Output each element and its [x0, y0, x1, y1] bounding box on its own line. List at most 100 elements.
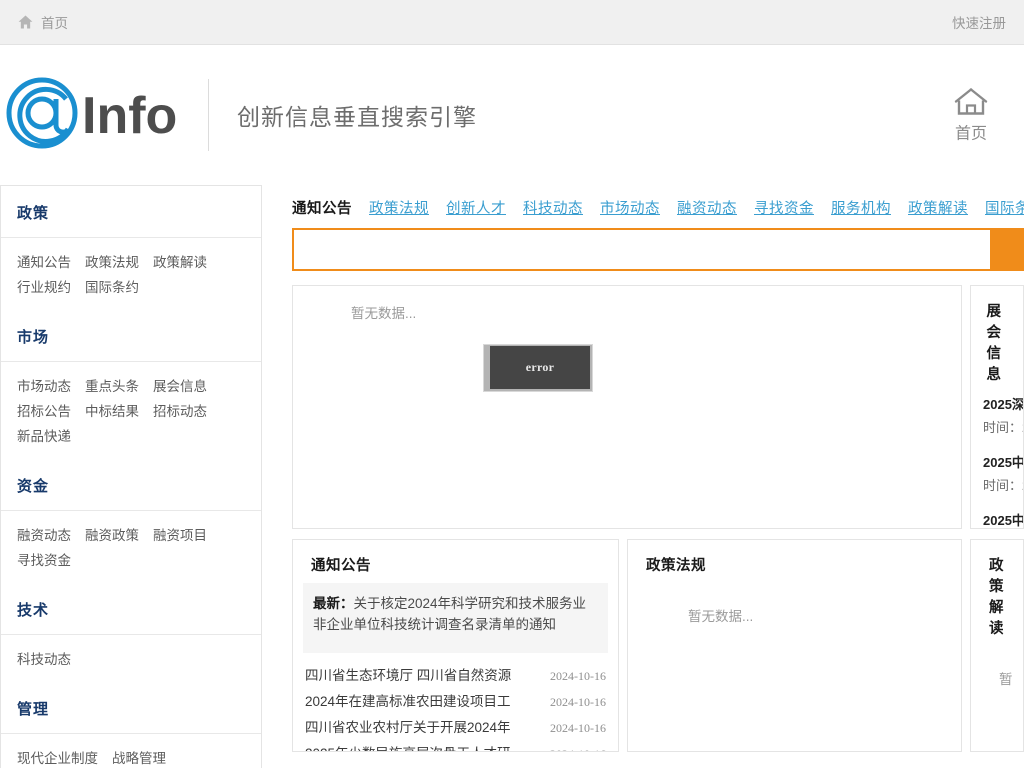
at-symbol-icon: Info	[6, 77, 177, 149]
quick-register-link[interactable]: 快速注册	[952, 12, 1006, 32]
tab-talent[interactable]: 创新人才	[446, 197, 506, 218]
sidebar-item-intl-treaty[interactable]: 国际条约	[85, 275, 139, 300]
expo-time: 时间：2024	[983, 420, 1023, 435]
sidebar-links-technology: 科技动态	[1, 634, 261, 682]
breadcrumb[interactable]: 首页	[18, 12, 68, 32]
breadcrumb-label: 首页	[41, 16, 68, 31]
sidebar-item-find-funds[interactable]: 寻找资金	[17, 548, 71, 573]
law-card-title: 政策法规	[646, 558, 706, 574]
law-card: 政策法规 暂无数据...	[627, 539, 962, 752]
tab-find-funds[interactable]: 寻找资金	[754, 197, 814, 218]
sidebar-item-law[interactable]: 政策法规	[85, 250, 139, 275]
sidebar-item-bid-result[interactable]: 中标结果	[85, 399, 139, 424]
list-item[interactable]: 2024年在建高标准农田建设项目工 2024-10-16	[305, 687, 606, 713]
bottom-content-row: 通知公告 最新：关于核定2024年科学研究和技术服务业非企业单位科技统计调查名录…	[292, 539, 1024, 752]
latest-notice-text: 关于核定2024年科学研究和技术服务业非企业单位科技统计调查名录清单的通知	[313, 596, 587, 632]
expo-info-card: 展会信息 2025深圳国 时间：2024 2025中国国 时间：2024 202…	[970, 285, 1024, 529]
sidebar-links-management: 现代企业制度战略管理营销管理人力资源企业文化创新方法	[1, 733, 261, 768]
sidebar-group-market: 市场 市场动态 重点头条 展会信息招标公告 中标结果 招标动态新品快递	[1, 310, 261, 459]
expo-card-title: 展会信息	[986, 304, 1002, 383]
sidebar-item-modern-enterprise[interactable]: 现代企业制度	[17, 746, 98, 768]
sidebar-links-market: 市场动态 重点头条 展会信息招标公告 中标结果 招标动态新品快递	[1, 361, 261, 459]
sidebar-links-policy: 通知公告 政策法规 政策解读行业规约 国际条约	[1, 237, 261, 310]
logo-divider	[208, 79, 209, 151]
list-item[interactable]: 2025中国国 时间：2024	[971, 508, 1023, 528]
notice-card-title: 通知公告	[311, 558, 371, 574]
notice-title[interactable]: 2024年在建高标准农田建设项目工	[305, 690, 511, 710]
list-item[interactable]: 四川省农业农村厅关于开展2024年 2024-10-16	[305, 713, 606, 739]
expo-name: 2025中国国	[983, 455, 1024, 470]
sidebar-heading-funding: 资金	[17, 478, 50, 495]
sidebar-item-industry-rules[interactable]: 行业规约	[17, 275, 71, 300]
sidebar-item-tech-news[interactable]: 科技动态	[17, 647, 71, 672]
svg-text:Info: Info	[82, 87, 177, 145]
sidebar-item-market-news[interactable]: 市场动态	[17, 374, 71, 399]
sidebar-item-interpretation[interactable]: 政策解读	[153, 250, 207, 275]
list-item[interactable]: 四川省生态环境厅 四川省自然资源 2024-10-16	[305, 661, 606, 687]
home-icon	[18, 15, 33, 29]
tab-law[interactable]: 政策法规	[369, 197, 429, 218]
sidebar-item-notice[interactable]: 通知公告	[17, 250, 71, 275]
latest-notice-banner[interactable]: 最新：关于核定2024年科学研究和技术服务业非企业单位科技统计调查名录清单的通知	[303, 583, 608, 653]
notice-date: 2024-10-16	[550, 747, 606, 751]
sidebar-group-funding: 资金 融资动态 融资政策 融资项目寻找资金	[1, 459, 261, 583]
hero-banner-card: 暂无数据... error	[292, 285, 962, 529]
hero-empty-text: 暂无数据...	[351, 306, 417, 321]
search-bar	[292, 228, 1024, 271]
notice-list: 四川省生态环境厅 四川省自然资源 2024-10-16 2024年在建高标准农田…	[293, 653, 618, 751]
sidebar-item-headlines[interactable]: 重点头条	[85, 374, 139, 399]
sidebar-item-strategy[interactable]: 战略管理	[112, 746, 166, 768]
notice-title[interactable]: 2025年少数民族高层次骨干人才研	[305, 742, 511, 751]
sidebar-heading-technology: 技术	[17, 602, 50, 619]
notice-title[interactable]: 四川省生态环境厅 四川省自然资源	[305, 664, 511, 684]
sidebar-heading-policy: 政策	[17, 205, 50, 222]
sidebar-item-new-products[interactable]: 新品快递	[17, 424, 71, 449]
search-input[interactable]	[292, 228, 990, 271]
notice-date: 2024-10-16	[550, 669, 606, 683]
expo-name: 2025深圳国	[983, 397, 1024, 412]
broken-image-label: error	[490, 346, 590, 389]
tab-market-news[interactable]: 市场动态	[600, 197, 660, 218]
notice-date: 2024-10-16	[550, 721, 606, 735]
tab-interpretation[interactable]: 政策解读	[908, 197, 968, 218]
interpretation-card-title: 政策解读	[989, 558, 1004, 637]
notice-title[interactable]: 四川省农业农村厅关于开展2024年	[305, 716, 511, 736]
top-breadcrumb-bar: 首页 快速注册	[0, 0, 1024, 45]
sidebar-group-technology: 技术 科技动态	[1, 583, 261, 682]
page-body: 政策 通知公告 政策法规 政策解读行业规约 国际条约 市场 市场动态 重点头条 展会信息招…	[0, 185, 1024, 768]
sidebar-item-financing-news[interactable]: 融资动态	[17, 523, 71, 548]
sidebar-links-funding: 融资动态 融资政策 融资项目寻找资金	[1, 510, 261, 583]
search-button[interactable]	[990, 228, 1024, 271]
tab-service-org[interactable]: 服务机构	[831, 197, 891, 218]
sidebar-heading-management: 管理	[17, 701, 50, 718]
search-category-tabs: 通知公告 政策法规 创新人才 科技动态 市场动态 融资动态 寻找资金 服务机构 …	[270, 185, 1024, 218]
list-item[interactable]: 2025深圳国 时间：2024	[971, 392, 1023, 450]
top-content-row: 暂无数据... error 展会信息 2025深圳国 时间：2024 2025中…	[292, 285, 1024, 529]
interpretation-card: 政策解读 暂	[970, 539, 1024, 752]
sidebar-item-tender-notice[interactable]: 招标公告	[17, 399, 71, 424]
tab-financing[interactable]: 融资动态	[677, 197, 737, 218]
expo-time: 时间：2024	[983, 478, 1023, 493]
interpretation-empty-text: 暂	[999, 672, 1013, 687]
tab-notice[interactable]: 通知公告	[292, 197, 352, 218]
sidebar-group-management: 管理 现代企业制度战略管理营销管理人力资源企业文化创新方法	[1, 682, 261, 768]
header-home-link[interactable]: 首页	[954, 87, 988, 144]
sidebar-item-financing-projects[interactable]: 融资项目	[153, 523, 207, 548]
broken-image-placeholder: error	[483, 344, 593, 392]
site-header: Info 创新信息垂直搜索引擎 首页	[0, 45, 1024, 185]
list-item[interactable]: 2025中国国 时间：2024	[971, 450, 1023, 508]
sidebar-item-expo[interactable]: 展会信息	[153, 374, 207, 399]
notice-card: 通知公告 最新：关于核定2024年科学研究和技术服务业非企业单位科技统计调查名录…	[292, 539, 619, 752]
tab-tech-news[interactable]: 科技动态	[523, 197, 583, 218]
list-item[interactable]: 2025年少数民族高层次骨干人才研 2024-10-16	[305, 739, 606, 751]
house-outline-icon	[954, 87, 988, 117]
tab-intl-treaty[interactable]: 国际条约	[985, 197, 1024, 218]
sidebar-item-financing-policy[interactable]: 融资政策	[85, 523, 139, 548]
site-logo[interactable]: Info 创新信息垂直搜索引擎	[0, 75, 477, 155]
category-sidebar: 政策 通知公告 政策法规 政策解读行业规约 国际条约 市场 市场动态 重点头条 展会信息招…	[0, 185, 262, 768]
sidebar-item-tender-news[interactable]: 招标动态	[153, 399, 207, 424]
sidebar-heading-market: 市场	[17, 329, 50, 346]
latest-label: 最新：	[313, 596, 354, 611]
sidebar-group-policy: 政策 通知公告 政策法规 政策解读行业规约 国际条约	[1, 186, 261, 310]
law-empty-text: 暂无数据...	[688, 609, 754, 624]
